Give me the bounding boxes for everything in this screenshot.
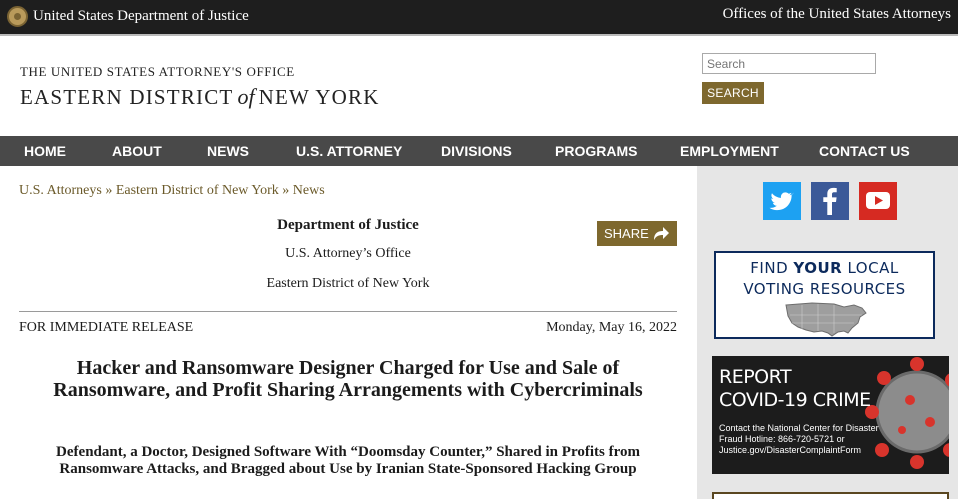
coronavirus-icon — [865, 357, 949, 469]
breadcrumb-separator: » — [105, 183, 113, 198]
covid-crime-banner[interactable]: REPORT COVID-19 CRIME Contact the Nation… — [712, 356, 949, 474]
search-button[interactable]: SEARCH — [702, 82, 764, 104]
main-nav: HOME ABOUT NEWS U.S. ATTORNEY DIVISIONS … — [0, 136, 958, 166]
nav-divisions[interactable]: DIVISIONS — [441, 136, 512, 166]
nav-programs[interactable]: PROGRAMS — [555, 136, 637, 166]
breadcrumb-item[interactable]: Eastern District of New York — [116, 183, 279, 198]
voting-resources-banner[interactable]: FIND YOUR LOCAL VOTING RESOURCES — [714, 251, 935, 339]
nav-contact-us[interactable]: CONTACT US — [819, 136, 910, 166]
voting-banner-text-bold: YOUR — [793, 259, 843, 277]
voting-banner-line2: VOTING RESOURCES — [743, 280, 906, 298]
breadcrumb-separator: » — [282, 183, 290, 198]
office-title[interactable]: THE UNITED STATES ATTORNEY'S OFFICE — [20, 64, 295, 80]
doj-seal-icon[interactable] — [7, 6, 28, 27]
divider — [19, 311, 677, 312]
voting-banner-text: FIND — [750, 259, 794, 277]
office-name: U.S. Attorney’s Office — [285, 246, 411, 261]
nav-home[interactable]: HOME — [24, 136, 66, 166]
breadcrumb: U.S. Attorneys » Eastern District of New… — [19, 183, 325, 199]
breadcrumb-item[interactable]: U.S. Attorneys — [19, 183, 102, 198]
covid-banner-title-line2: COVID-19 CRIME — [719, 389, 871, 411]
facebook-icon[interactable] — [811, 182, 849, 220]
agency-link[interactable]: United States Department of Justice — [33, 8, 249, 25]
district-name: Eastern District of New York — [266, 276, 430, 291]
covid-banner-hotline: Contact the National Center for Disaster… — [719, 423, 879, 455]
masthead: THE UNITED STATES ATTORNEY'S OFFICE EAST… — [0, 36, 958, 136]
share-label: SHARE — [604, 226, 649, 241]
district-title-of: of — [237, 84, 255, 109]
search-input[interactable] — [702, 53, 876, 74]
twitter-icon[interactable] — [763, 182, 801, 220]
youtube-icon[interactable] — [859, 182, 897, 220]
district-title[interactable]: EASTERN DISTRICT of NEW YORK — [20, 84, 380, 110]
press-headline: Hacker and Ransomware Designer Charged f… — [53, 357, 643, 401]
department-name: Department of Justice — [277, 217, 419, 233]
voting-banner-text: LOCAL — [842, 259, 899, 277]
main-content: U.S. Attorneys » Eastern District of New… — [0, 166, 697, 499]
nav-us-attorney[interactable]: U.S. ATTORNEY — [296, 136, 402, 166]
district-title-part1: EASTERN DISTRICT — [20, 85, 234, 109]
share-arrow-icon — [654, 227, 669, 240]
release-date: Monday, May 16, 2022 — [546, 320, 677, 335]
release-label: FOR IMMEDIATE RELEASE — [19, 320, 194, 335]
us-map-icon — [785, 302, 867, 337]
doj-topbar: United States Department of Justice Offi… — [0, 0, 958, 34]
nav-about[interactable]: ABOUT — [112, 136, 162, 166]
covid-banner-title-line1: REPORT — [719, 366, 792, 388]
nav-news[interactable]: NEWS — [207, 136, 249, 166]
sidebar: FIND YOUR LOCAL VOTING RESOURCES REPORT … — [697, 166, 958, 499]
voting-banner-line1: FIND YOUR LOCAL — [716, 259, 933, 277]
sidebar-next-banner[interactable] — [712, 492, 949, 499]
breadcrumb-item-current[interactable]: News — [293, 183, 325, 198]
district-title-part2: NEW YORK — [258, 85, 380, 109]
offices-link[interactable]: Offices of the United States Attorneys — [723, 6, 951, 23]
share-button[interactable]: SHARE — [597, 221, 677, 246]
nav-employment[interactable]: EMPLOYMENT — [680, 136, 779, 166]
press-subheadline: Defendant, a Doctor, Designed Software W… — [56, 444, 640, 477]
